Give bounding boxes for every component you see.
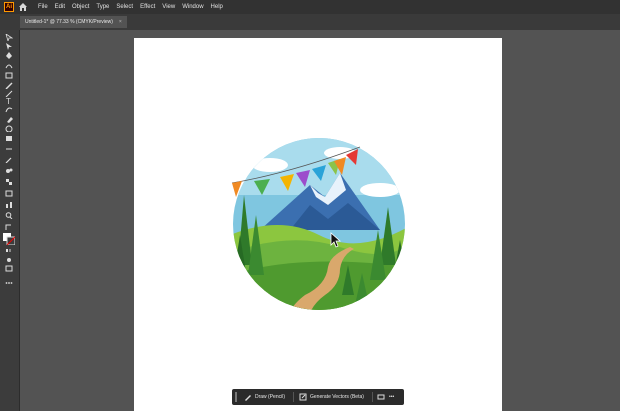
swap-colors-icon[interactable] <box>5 224 13 230</box>
color-mode-icon[interactable] <box>5 247 13 253</box>
scale-tool-icon[interactable] <box>5 135 13 141</box>
menu-type[interactable]: Type <box>96 0 109 14</box>
pen-tool-icon[interactable] <box>5 52 13 59</box>
more-options-icon: ••• <box>389 394 395 400</box>
width-tool-icon[interactable] <box>5 145 13 151</box>
brush-tool-icon[interactable] <box>5 82 13 89</box>
fill-stroke-swatch[interactable] <box>3 233 15 245</box>
type-tool-icon[interactable]: T <box>5 97 13 104</box>
generate-icon <box>299 393 307 401</box>
symbol-sprayer-tool-icon[interactable] <box>5 178 13 185</box>
blend-tool-icon[interactable] <box>5 167 13 173</box>
generate-vectors-label: Generate Vectors (Beta) <box>310 394 364 400</box>
graph-tool-icon[interactable] <box>5 201 13 208</box>
menu-select[interactable]: Select <box>116 0 133 14</box>
menu-effect[interactable]: Effect <box>140 0 155 14</box>
drag-handle[interactable] <box>235 392 237 402</box>
options-icon <box>377 394 385 400</box>
tools-panel: T <box>0 30 20 411</box>
pencil-tool-icon[interactable] <box>5 90 13 97</box>
divider <box>293 392 294 402</box>
direct-selection-tool-icon[interactable] <box>5 43 13 50</box>
menu-edit[interactable]: Edit <box>55 0 65 14</box>
edit-toolbar-icon[interactable] <box>5 279 13 285</box>
document-tab[interactable]: Untitled-1* @ 77.33 % (CMYK/Preview) × <box>20 16 127 28</box>
menu-view[interactable]: View <box>162 0 175 14</box>
eraser-tool-icon[interactable] <box>5 116 13 123</box>
curvature-tool-icon[interactable] <box>5 62 13 69</box>
menu-bar: Ai File Edit Object Type Select Effect V… <box>0 0 620 14</box>
more-options-button[interactable]: ••• <box>389 389 394 405</box>
generate-vectors-button[interactable]: Generate Vectors (Beta) <box>299 389 364 405</box>
mountain-landscape-artwork[interactable] <box>230 135 408 313</box>
zoom-tool-icon[interactable] <box>5 212 13 219</box>
draw-mode-icon[interactable] <box>5 256 13 262</box>
tab-close-icon[interactable]: × <box>119 16 122 28</box>
divider <box>372 392 373 402</box>
contextual-task-bar: Draw (Pencil) Generate Vectors (Beta) ••… <box>232 389 404 405</box>
screen-mode-icon[interactable] <box>5 265 13 272</box>
app-logo-icon: Ai <box>4 2 14 12</box>
menu-help[interactable]: Help <box>211 0 223 14</box>
pencil-icon <box>245 395 251 401</box>
menu-object[interactable]: Object <box>72 0 89 14</box>
menu-file[interactable]: File <box>38 0 48 14</box>
line-tool-icon[interactable] <box>5 106 13 113</box>
selection-tool-icon[interactable] <box>5 34 13 41</box>
main-menu: File Edit Object Type Select Effect View… <box>38 0 223 14</box>
draw-pencil-label: Draw (Pencil) <box>255 394 286 400</box>
mouse-cursor-icon <box>330 232 342 248</box>
eyedropper-tool-icon[interactable] <box>5 156 13 163</box>
menu-window[interactable]: Window <box>182 0 203 14</box>
document-tab-title: Untitled-1* @ 77.33 % (CMYK/Preview) <box>25 19 113 25</box>
artboard-tool-icon[interactable] <box>5 190 13 197</box>
draw-pencil-button[interactable]: Draw (Pencil) <box>244 389 285 405</box>
rotate-tool-icon[interactable] <box>5 125 13 132</box>
home-icon[interactable] <box>18 2 28 12</box>
rectangle-tool-icon[interactable] <box>5 72 13 79</box>
settings-button[interactable] <box>377 389 385 405</box>
svg-text:T: T <box>6 97 11 104</box>
